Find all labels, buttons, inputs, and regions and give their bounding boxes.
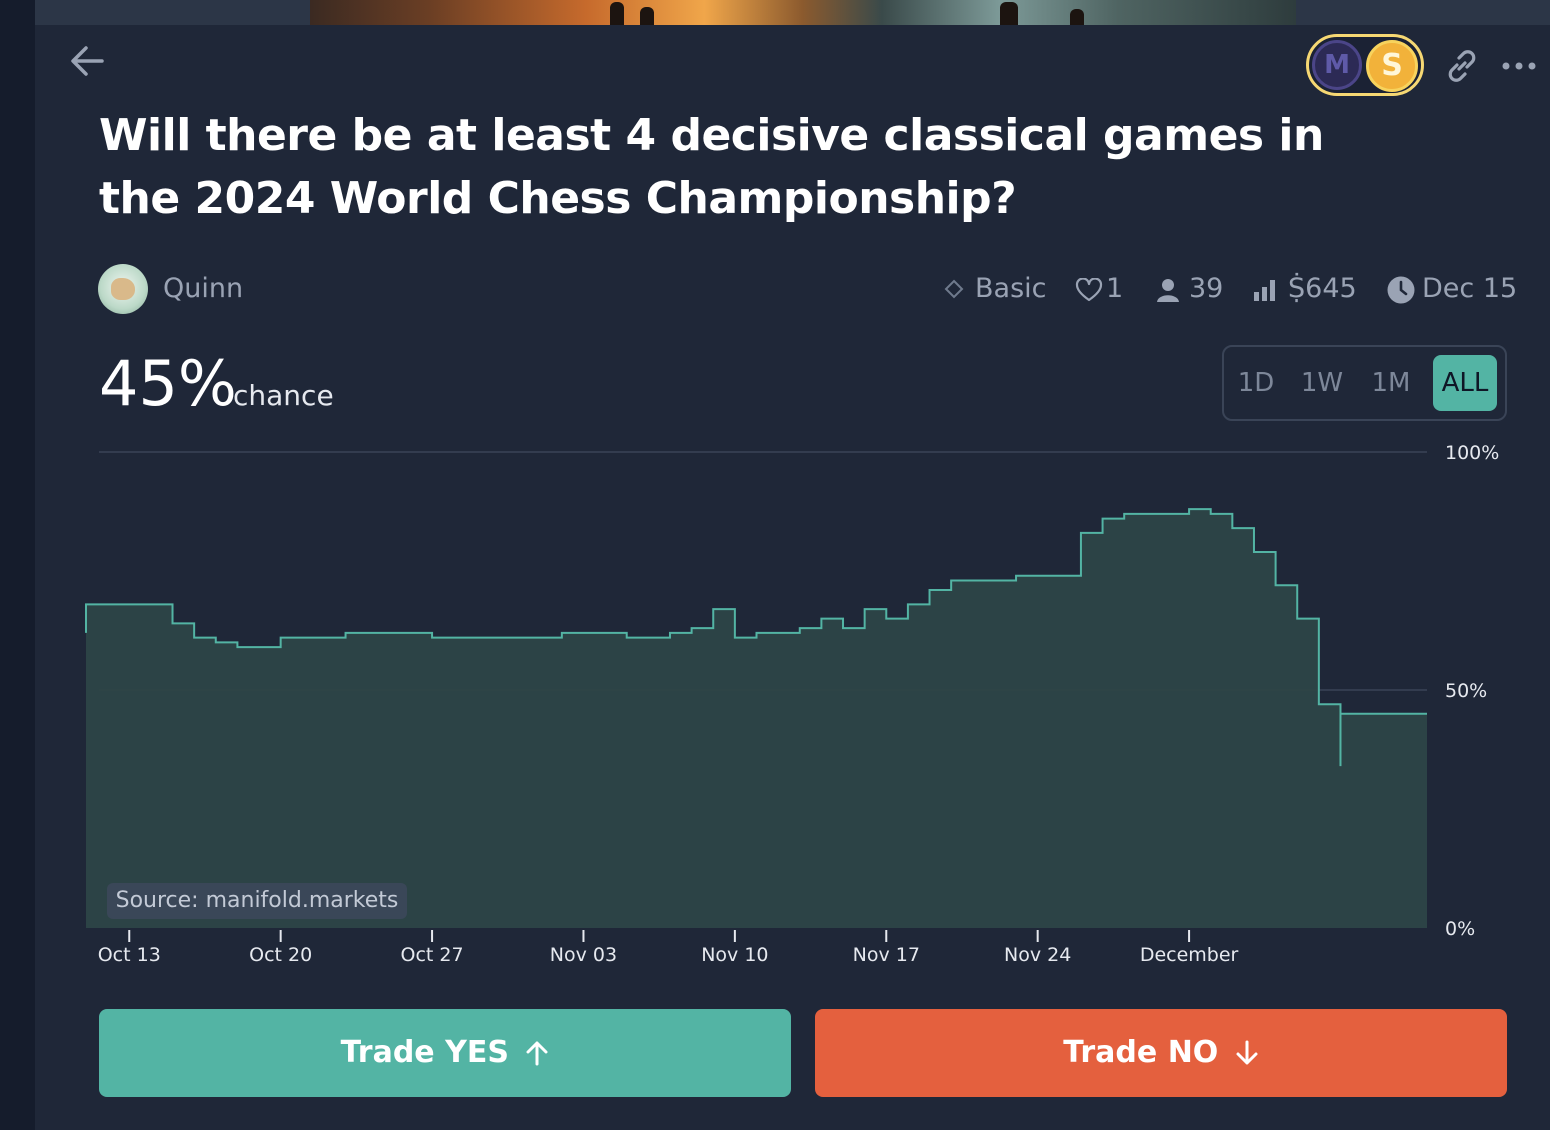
y-tick-label: 50% xyxy=(1445,680,1487,702)
x-tick-label: Nov 17 xyxy=(853,944,920,966)
trade-yes-label: Trade YES xyxy=(340,1035,509,1070)
probability-chart[interactable]: 100% 50% 0% Oct 13 Oct 20 Oct 27 Nov 03 Nov 10 N… xyxy=(0,0,1550,1000)
x-tick-label: Nov 24 xyxy=(1004,944,1071,966)
source-label: Source: manifold.markets xyxy=(107,883,407,919)
trade-no-label: Trade NO xyxy=(1063,1035,1219,1070)
x-tick-label: Nov 03 xyxy=(550,944,617,966)
x-tick-label: Oct 20 xyxy=(249,944,312,966)
x-tick-label: Oct 27 xyxy=(401,944,464,966)
x-tick-label: Oct 13 xyxy=(98,944,161,966)
y-tick-label: 100% xyxy=(1445,442,1499,464)
arrow-down-icon xyxy=(1236,1040,1258,1065)
chart-area-fill xyxy=(86,509,1427,928)
trade-no-button[interactable]: Trade NO xyxy=(815,1009,1507,1097)
y-tick-label: 0% xyxy=(1445,918,1475,940)
arrow-up-icon xyxy=(526,1041,548,1066)
x-tick-label: December xyxy=(1140,944,1239,966)
trade-yes-button[interactable]: Trade YES xyxy=(99,1009,791,1097)
x-tick-label: Nov 10 xyxy=(701,944,768,966)
